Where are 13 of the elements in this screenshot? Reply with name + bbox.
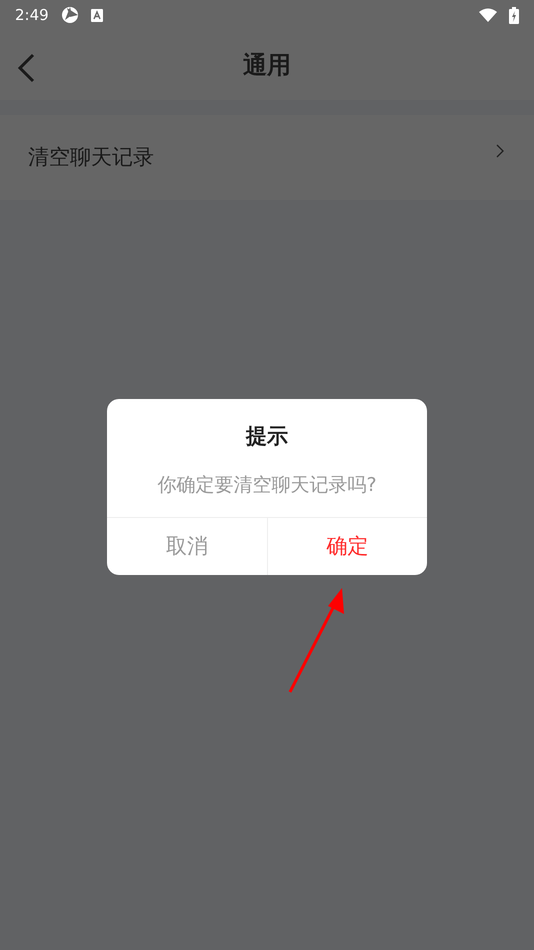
back-icon[interactable] (17, 53, 35, 83)
dialog-title: 提示 (246, 423, 288, 450)
page-title: 通用 (243, 50, 291, 81)
settings-row[interactable]: 清空聊天记录 (0, 115, 534, 200)
dialog-message: 你确定要清空聊天记录吗? (157, 472, 377, 498)
cancel-button[interactable]: 取消 (107, 518, 266, 575)
wifi-icon (479, 8, 497, 22)
chevron-icon (496, 144, 504, 158)
status-time: 2:49 (15, 4, 49, 26)
text-app-icon (90, 8, 103, 22)
confirm-button[interactable]: 确定 (266, 518, 427, 575)
app-icon (60, 6, 79, 24)
battery-icon (509, 6, 519, 24)
